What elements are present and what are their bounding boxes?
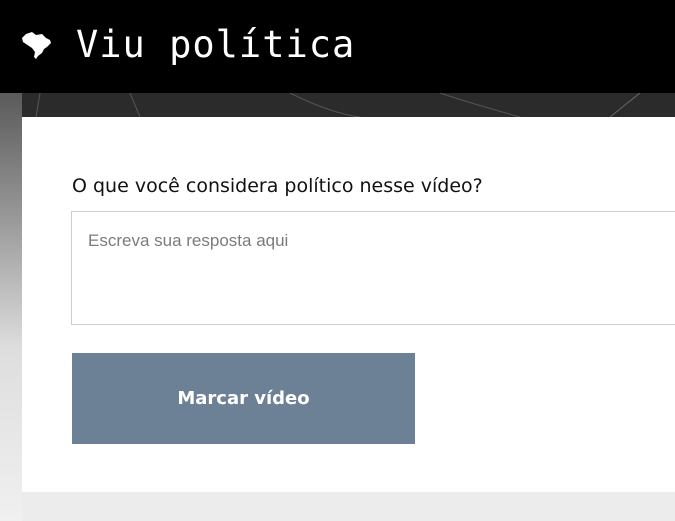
brazil-map-icon: [20, 30, 52, 60]
answer-field-frame: [71, 211, 675, 325]
card-bottom-shadow: [22, 492, 675, 521]
background-left-edge: [0, 93, 22, 521]
question-label: O que você considera político nesse víde…: [72, 175, 483, 197]
app-title: Viu política: [76, 23, 356, 66]
mark-video-button[interactable]: Marcar vídeo: [72, 353, 415, 444]
question-card: O que você considera político nesse víde…: [22, 117, 675, 492]
top-bar: Viu política: [0, 0, 675, 93]
answer-input[interactable]: [72, 212, 675, 324]
